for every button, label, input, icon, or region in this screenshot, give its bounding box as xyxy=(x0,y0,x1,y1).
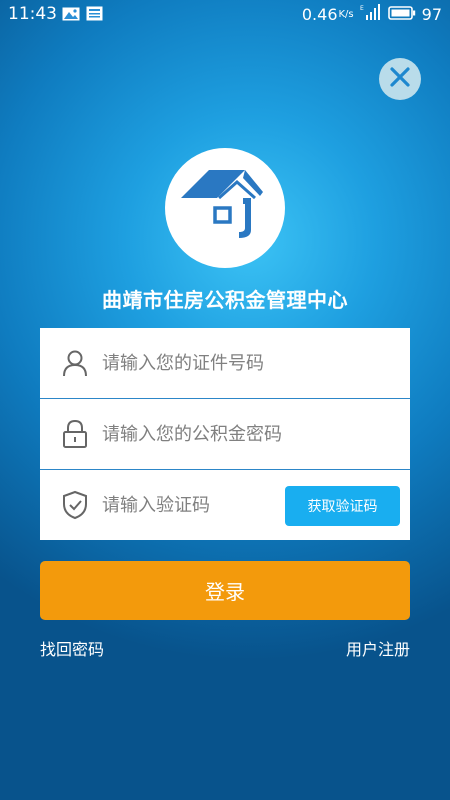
verification-row: 获取验证码 xyxy=(40,469,410,540)
network-speed: 0.46 xyxy=(301,4,338,24)
register-link[interactable]: 用户注册 xyxy=(346,636,410,660)
id-number-row xyxy=(40,328,410,398)
news-icon xyxy=(86,6,103,25)
lock-icon xyxy=(50,419,100,449)
login-form: 获取验证码 xyxy=(40,328,410,540)
signal-icon: E xyxy=(360,4,382,24)
gallery-icon xyxy=(62,6,80,25)
app-logo xyxy=(165,148,285,268)
status-bar: 11:43 0.46 K/s E 97 xyxy=(0,0,450,28)
password-input[interactable] xyxy=(100,422,334,446)
status-time: 11:43 xyxy=(8,4,57,24)
user-icon xyxy=(50,349,100,377)
shield-check-icon xyxy=(50,490,100,520)
app-title: 曲靖市住房公积金管理中心 xyxy=(102,288,348,312)
login-button[interactable]: 登录 xyxy=(40,561,410,620)
close-icon xyxy=(389,66,411,92)
close-button[interactable] xyxy=(379,58,421,100)
battery-icon xyxy=(387,5,416,24)
svg-text:E: E xyxy=(360,5,364,12)
get-code-button[interactable]: 获取验证码 xyxy=(285,486,400,526)
password-row xyxy=(40,398,410,469)
forgot-password-link[interactable]: 找回密码 xyxy=(40,636,104,660)
battery-level: 97 xyxy=(421,4,442,24)
id-number-input[interactable] xyxy=(100,351,334,375)
verification-code-input[interactable] xyxy=(100,493,274,517)
house-logo-icon xyxy=(165,170,285,272)
network-speed-unit: K/s xyxy=(338,8,354,20)
